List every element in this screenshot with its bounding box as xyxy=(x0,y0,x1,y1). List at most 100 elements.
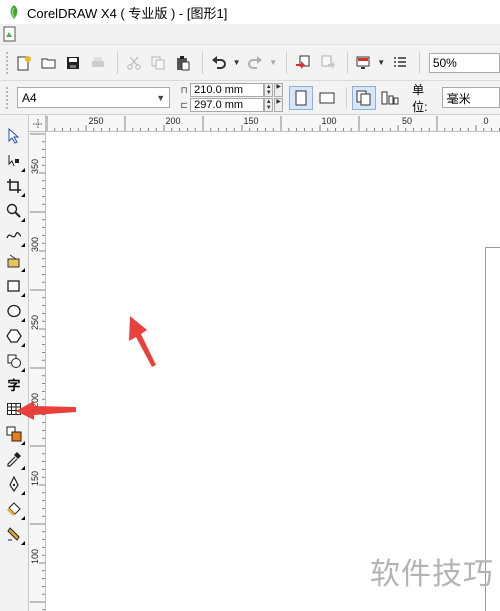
eyedropper-tool[interactable] xyxy=(3,448,25,470)
launcher-dropdown-icon[interactable]: ▼ xyxy=(377,58,385,67)
flyout-corner-icon xyxy=(21,516,25,520)
orientation-group xyxy=(289,85,404,110)
menu-bar xyxy=(0,24,500,44)
zoom-tool[interactable] xyxy=(3,200,25,222)
ruler-origin-icon xyxy=(33,119,43,129)
new-document-button[interactable] xyxy=(13,52,35,74)
fill-tool[interactable] xyxy=(3,498,25,520)
page-width-input[interactable]: 210.0 mm xyxy=(190,83,265,97)
basic-shapes-tool[interactable] xyxy=(3,350,25,372)
interactive-fill-tool[interactable] xyxy=(3,523,25,545)
copy-button[interactable] xyxy=(147,52,169,74)
blend-icon xyxy=(6,426,22,442)
coreldraw-logo-icon xyxy=(10,5,18,19)
options-list-icon xyxy=(393,56,406,67)
save-button[interactable] xyxy=(62,52,84,74)
flyout-corner-icon xyxy=(21,218,25,222)
flyout-corner-icon xyxy=(21,368,25,372)
import-button[interactable] xyxy=(292,52,314,74)
watermark-text: 软件技巧 xyxy=(370,557,494,592)
freehand-curve-icon xyxy=(6,231,22,239)
flyout-corner-icon xyxy=(21,541,25,545)
landscape-button[interactable] xyxy=(315,86,339,110)
rectangle-tool[interactable] xyxy=(3,275,25,297)
undo-dropdown-icon[interactable]: ▼ xyxy=(233,58,241,67)
table-tool[interactable] xyxy=(3,398,25,420)
title-bar: CorelDRAW X4 ( 专业版 ) - [图形1] xyxy=(0,0,500,24)
ruler-label: 150 xyxy=(243,116,259,126)
ruler-label: 100 xyxy=(30,548,40,564)
outline-pen-tool[interactable] xyxy=(3,473,25,495)
toolbar-separator xyxy=(346,86,348,109)
page-width-row: ⊓ 210.0 mm ▲ ▼ ▶ xyxy=(178,83,284,97)
undo-button[interactable] xyxy=(208,52,230,74)
eyedropper-icon xyxy=(7,452,21,467)
chevron-down-icon: ▼ xyxy=(156,92,166,103)
units-select[interactable]: 毫米 xyxy=(441,87,500,108)
shape-tool[interactable] xyxy=(3,150,25,172)
ruler-origin[interactable] xyxy=(29,115,46,132)
flyout-corner-icon xyxy=(21,343,25,347)
options-button[interactable] xyxy=(389,52,411,74)
redo-icon xyxy=(248,55,263,69)
print-icon xyxy=(91,56,104,67)
propbar-grip[interactable] xyxy=(6,86,9,109)
zoom-level-select[interactable]: 50% xyxy=(428,52,500,73)
pointer-arrow-icon xyxy=(8,128,20,144)
crop-tool[interactable] xyxy=(3,175,25,197)
flyout-corner-icon xyxy=(21,293,25,297)
shape-edit-icon xyxy=(8,155,19,167)
page-dimensions: ⊓ 210.0 mm ▲ ▼ ▶ ⊏ 297.0 mm ▲ ▼ ▶ xyxy=(178,83,284,112)
flyout-corner-icon xyxy=(21,318,25,322)
pick-tool[interactable] xyxy=(3,125,25,147)
flyout-corner-icon xyxy=(21,168,25,172)
paste-button[interactable] xyxy=(172,52,194,74)
toolbox: 字 xyxy=(0,115,29,611)
page-height-row: ⊏ 297.0 mm ▲ ▼ ▶ xyxy=(178,98,284,112)
application-launcher-button[interactable] xyxy=(353,52,375,74)
width-arrow-button[interactable]: ▶ xyxy=(274,83,284,97)
page-height-input[interactable]: 297.0 mm xyxy=(190,98,265,112)
undo-icon xyxy=(211,55,226,69)
polygon-icon xyxy=(6,329,22,343)
horizontal-ruler[interactable]: 250 200 150 100 50 0 xyxy=(46,115,500,132)
horizontal-ruler-ticks xyxy=(46,116,500,131)
toolbar-grip[interactable] xyxy=(6,51,9,74)
ruler-label: 200 xyxy=(165,116,181,126)
smart-fill-tool[interactable] xyxy=(3,250,25,272)
cut-button[interactable] xyxy=(123,52,145,74)
width-stepper[interactable]: ▲ ▼ xyxy=(264,83,274,97)
freehand-tool[interactable] xyxy=(3,225,25,247)
ellipse-tool[interactable] xyxy=(3,300,25,322)
vertical-ruler-ticks xyxy=(30,133,45,611)
export-icon xyxy=(321,55,335,69)
drawing-canvas[interactable]: 软件技巧 xyxy=(46,132,500,611)
print-button[interactable] xyxy=(87,52,109,74)
standard-toolbar: ▼ ▼ ▼ 50% xyxy=(0,44,500,81)
interactive-fill-icon xyxy=(7,527,20,541)
ruler-label: 250 xyxy=(88,116,104,126)
ruler-label: 300 xyxy=(30,236,40,252)
paper-size-select[interactable]: A4 ▼ xyxy=(16,87,171,108)
export-button[interactable] xyxy=(317,52,339,74)
redo-dropdown-icon[interactable]: ▼ xyxy=(269,58,277,67)
save-icon xyxy=(67,56,80,69)
vertical-ruler[interactable]: 350 300 250 200 150 100 xyxy=(29,132,46,611)
smart-fill-icon xyxy=(7,254,20,268)
portrait-button[interactable] xyxy=(289,85,314,110)
height-arrow-button[interactable]: ▶ xyxy=(274,98,284,112)
ruler-label: 150 xyxy=(30,470,40,486)
polygon-tool[interactable] xyxy=(3,325,25,347)
text-tool[interactable]: 字 xyxy=(3,373,25,395)
flyout-corner-icon xyxy=(21,491,25,495)
all-pages-button[interactable] xyxy=(352,85,377,110)
portrait-icon xyxy=(295,90,307,105)
height-stepper[interactable]: ▲ ▼ xyxy=(264,98,274,112)
redo-button[interactable] xyxy=(245,52,267,74)
application-launcher-icon xyxy=(356,56,370,69)
width-icon: ⊓ xyxy=(180,84,188,95)
interactive-blend-tool[interactable] xyxy=(3,423,25,445)
open-button[interactable] xyxy=(38,52,60,74)
document-icon[interactable] xyxy=(3,26,17,42)
current-page-button[interactable] xyxy=(378,86,402,110)
